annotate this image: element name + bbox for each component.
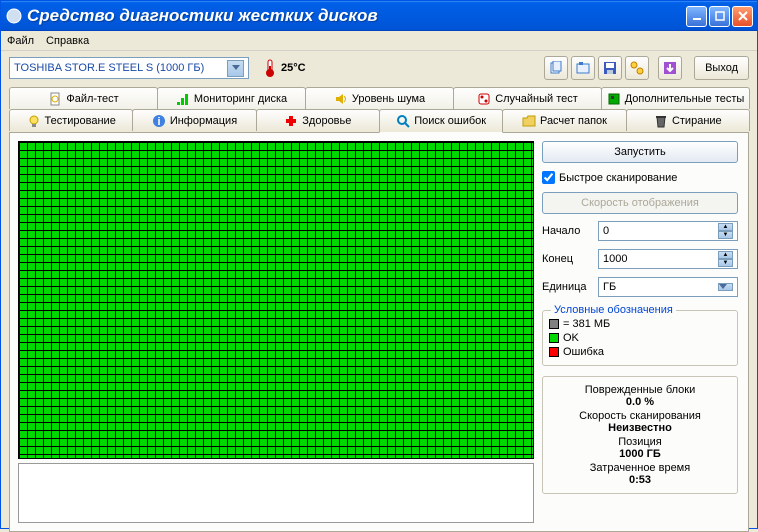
minimize-button[interactable]	[686, 6, 707, 27]
dropdown-icon[interactable]	[227, 60, 244, 77]
tool-settings-button[interactable]	[625, 56, 649, 80]
bulb-icon	[27, 114, 41, 128]
tool-save-button[interactable]	[598, 56, 622, 80]
speaker-icon	[334, 92, 348, 106]
tab-testing[interactable]: Тестирование	[9, 109, 133, 131]
temperature-value: 25°C	[281, 62, 306, 74]
maximize-button[interactable]	[709, 6, 730, 27]
temperature-display: 25°C	[263, 58, 306, 78]
close-button[interactable]	[732, 6, 753, 27]
tab-noise[interactable]: Уровень шума	[305, 87, 454, 109]
end-spinner[interactable]: 1000▲▼	[598, 249, 738, 269]
titlebar: Средство диагностики жестких дисков	[1, 1, 757, 31]
start-spinner[interactable]: 0▲▼	[598, 221, 738, 241]
window-title: Средство диагностики жестких дисков	[23, 6, 686, 26]
info-icon: i	[152, 114, 166, 128]
tab-extra-tests[interactable]: Дополнительные тесты	[601, 87, 750, 109]
start-label: Начало	[542, 225, 594, 237]
app-icon	[5, 7, 23, 25]
exit-button[interactable]: Выход	[694, 56, 749, 80]
display-speed-button: Скорость отображения	[542, 192, 738, 214]
legend-group: Условные обозначения = 381 МБ OK Ошибка	[542, 310, 738, 366]
tool-copy-button[interactable]	[544, 56, 568, 80]
monitor-icon	[176, 92, 190, 106]
stats-group: Поврежденные блоки0.0 % Скорость сканиро…	[542, 376, 738, 494]
tab-file-test[interactable]: Файл-тест	[9, 87, 158, 109]
tab-info[interactable]: iИнформация	[132, 109, 256, 131]
quick-scan-checkbox[interactable]: Быстрое сканирование	[542, 169, 738, 186]
tool-download-button[interactable]	[658, 56, 682, 80]
end-label: Конец	[542, 253, 594, 265]
magnifier-icon	[396, 114, 410, 128]
menu-file[interactable]: Файл	[7, 35, 34, 47]
legend-block-icon	[549, 319, 559, 329]
tab-error-scan[interactable]: Поиск ошибок	[379, 109, 503, 133]
tab-content: Запустить Быстрое сканирование Скорость …	[9, 132, 749, 532]
tab-health[interactable]: Здоровье	[256, 109, 380, 131]
tab-disk-monitor[interactable]: Мониторинг диска	[157, 87, 306, 109]
trash-icon	[654, 114, 668, 128]
start-scan-button[interactable]: Запустить	[542, 141, 738, 163]
svg-text:i: i	[157, 116, 160, 128]
toolbar: TOSHIBA STOR.E STEEL S (1000 ГБ) 25°C Вы…	[1, 51, 757, 85]
menu-help[interactable]: Справка	[46, 35, 89, 47]
folder-icon	[522, 114, 536, 128]
quick-scan-input[interactable]	[542, 171, 555, 184]
legend-ok-icon	[549, 333, 559, 343]
tool-screenshot-button[interactable]	[571, 56, 595, 80]
tab-folder-calc[interactable]: Расчет папок	[502, 109, 626, 131]
tab-random-test[interactable]: Случайный тест	[453, 87, 602, 109]
drive-select-value: TOSHIBA STOR.E STEEL S (1000 ГБ)	[14, 62, 204, 74]
file-test-icon	[48, 92, 62, 106]
thermometer-icon	[263, 58, 277, 78]
dice-icon	[477, 92, 491, 106]
unit-select[interactable]: ГБ	[598, 277, 738, 297]
tab-erase[interactable]: Стирание	[626, 109, 750, 131]
scan-grid	[18, 141, 534, 459]
health-icon	[284, 114, 298, 128]
legend-err-icon	[549, 347, 559, 357]
unit-label: Единица	[542, 281, 594, 293]
drive-select[interactable]: TOSHIBA STOR.E STEEL S (1000 ГБ)	[9, 57, 249, 79]
chevron-down-icon	[718, 283, 733, 291]
menubar: Файл Справка	[1, 31, 757, 51]
board-icon	[607, 92, 621, 106]
log-area	[18, 463, 534, 523]
